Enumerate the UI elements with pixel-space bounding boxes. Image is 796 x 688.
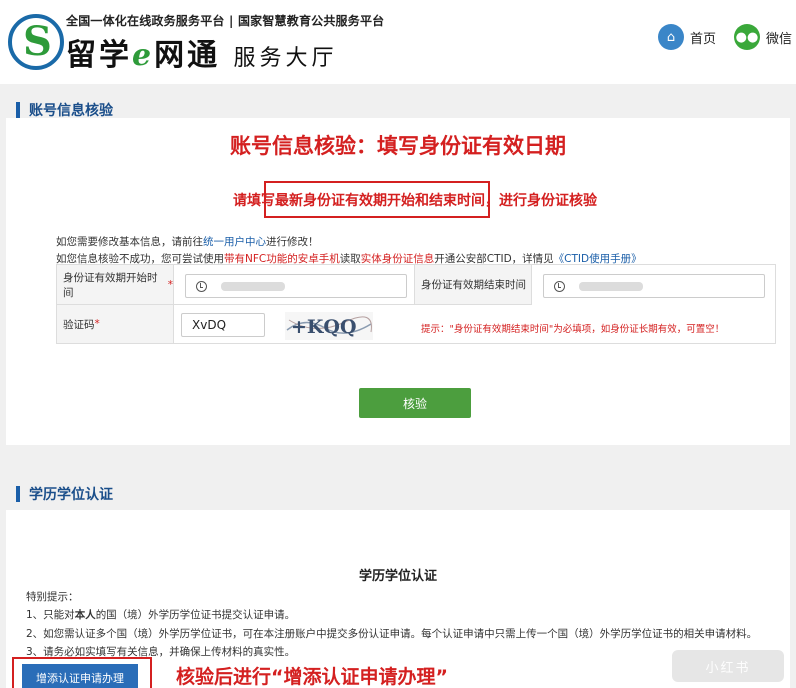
edu-heading: 学历学位认证 xyxy=(358,569,437,584)
user-center-link[interactable]: 统一用户中心 xyxy=(203,236,266,248)
wechat-link[interactable]: ●● 微信 xyxy=(734,24,792,50)
end-date-label: 身份证有效期结束时间 xyxy=(415,265,532,305)
verify-button[interactable]: 核验 xyxy=(359,388,471,418)
redacted-value xyxy=(221,281,285,291)
clock-icon xyxy=(196,280,207,292)
section-title-edu: 学历学位认证 xyxy=(16,484,113,504)
annotation-title: 账号信息核验：填写身份证有效日期 xyxy=(230,134,566,158)
captcha-label: 验证码 * xyxy=(57,305,174,343)
watermark: 小红书 xyxy=(672,650,784,682)
redacted-value xyxy=(579,281,643,291)
tips-title: 特别提示： xyxy=(26,591,79,603)
section-title-account: 账号信息核验 xyxy=(16,100,113,120)
wechat-label: 微信 xyxy=(766,31,793,47)
annotation-highlight-box xyxy=(264,181,490,218)
tip-2: 2、如您需认证多个国（境）外学历学位证书，可在本注册账户中提交多份认证申请。每个… xyxy=(26,628,758,640)
captcha-image[interactable]: +KQQ xyxy=(285,312,373,340)
section-marker xyxy=(16,102,20,118)
annotation-after-verify: 核验后进行“增添认证申请办理” xyxy=(176,666,448,688)
info-line-modify: 如您需要修改基本信息，请前往统一用户中心进行修改！ xyxy=(56,236,319,248)
home-label: 首页 xyxy=(690,31,717,47)
wechat-icon: ●● xyxy=(734,24,760,50)
captcha-input[interactable]: XvDQ xyxy=(181,313,265,337)
home-link[interactable]: ⌂ 首页 xyxy=(658,24,716,50)
start-date-label: 身份证有效期开始时间 * xyxy=(57,265,174,305)
site-header: S 全国一体化在线政务服务平台 | 国家智慧教育公共服务平台 留学e网通 服务大… xyxy=(0,0,796,84)
home-icon: ⌂ xyxy=(658,24,684,50)
add-application-button[interactable]: 增添认证申请办理 xyxy=(22,664,138,688)
clock-icon xyxy=(554,280,565,292)
start-date-input[interactable] xyxy=(185,274,407,298)
hint-text: 提示："身份证有效期结束时间"为必填项，如身份证长期有效，可置空！ xyxy=(421,324,725,335)
site-logo-icon[interactable]: S xyxy=(8,14,64,70)
id-validity-form: 身份证有效期开始时间 * 身份证有效期结束时间 验证码 * XvDQ +KQQ 提示… xyxy=(56,264,776,344)
end-date-input[interactable] xyxy=(543,274,765,298)
captcha-text: +KQQ xyxy=(291,316,357,338)
logo-letter: S xyxy=(23,18,52,65)
platform-line: 全国一体化在线政务服务平台 | 国家智慧教育公共服务平台 xyxy=(66,14,385,28)
brand-subtitle: 服务大厅 xyxy=(233,46,338,71)
section-marker xyxy=(16,486,20,502)
tip-1: 1、只能对本人的国（境）外学历学位证书提交认证申请。 xyxy=(26,609,296,621)
brand-name[interactable]: 留学e网通 服务大厅 xyxy=(66,30,338,74)
